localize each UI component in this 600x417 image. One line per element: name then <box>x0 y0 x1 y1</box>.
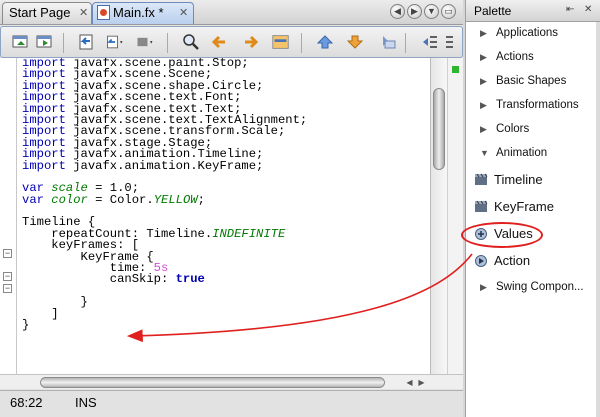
code-token: } <box>22 317 30 332</box>
minimize-window-icon[interactable]: ⇤ <box>566 4 574 15</box>
toggle-bookmark-icon[interactable] <box>377 33 397 51</box>
expand-triangle-icon: ▶ <box>480 52 487 62</box>
editor-panel: Start Page ✕ Main.fx * ✕ ◀ ▶ ▼ ▭ − − − i… <box>0 0 463 417</box>
fold-toggle-icon[interactable]: − <box>3 249 12 258</box>
code-token: YELLOW <box>153 192 198 207</box>
find-next-icon[interactable] <box>241 33 261 51</box>
error-stripe <box>447 58 463 378</box>
expand-triangle-icon: ▶ <box>480 124 487 134</box>
palette-item-timeline[interactable]: Timeline <box>466 168 596 192</box>
film-icon <box>475 200 488 212</box>
go-forward-source-icon[interactable] <box>35 33 55 51</box>
next-bookmark-icon[interactable] <box>345 33 365 51</box>
maximize-window-button[interactable]: ▭ <box>441 4 456 19</box>
find-icon[interactable] <box>181 33 201 51</box>
code-line[interactable]: canSkip: true <box>22 272 430 287</box>
status-bar: 68:22 INS <box>0 390 463 417</box>
code-text[interactable]: import javafx.scene.paint.Stop; import ja… <box>22 58 430 378</box>
show-opened-documents-button[interactable]: ▼ <box>424 4 439 19</box>
palette-item-values[interactable]: Values <box>466 222 596 246</box>
palette-category-applications[interactable]: ▶ Applications <box>466 22 596 44</box>
fold-guide <box>16 58 17 378</box>
palette-category-animation[interactable]: ▼ Animation <box>466 142 596 164</box>
tab-main-fx[interactable]: Main.fx * ✕ <box>92 2 194 24</box>
scroll-tabs-left-button[interactable]: ◀ <box>390 4 405 19</box>
code-line[interactable]: var color = Color.YELLOW; <box>22 192 430 207</box>
find-previous-icon[interactable] <box>209 33 229 51</box>
code-line[interactable]: } <box>22 296 430 308</box>
editor-tab-bar: Start Page ✕ Main.fx * ✕ ◀ ▶ ▼ ▭ <box>0 0 463 25</box>
forward-icon[interactable] <box>135 33 155 51</box>
vertical-scrollbar[interactable] <box>430 58 447 378</box>
tab-start-page[interactable]: Start Page ✕ <box>2 2 92 24</box>
go-back-source-icon[interactable] <box>11 33 31 51</box>
code-token: true <box>175 272 205 287</box>
action-icon <box>475 255 487 267</box>
code-line[interactable]: import javafx.animation.KeyFrame; <box>22 158 430 173</box>
palette-category-colors[interactable]: ▶ Colors <box>466 118 596 140</box>
fold-toggle-icon[interactable]: − <box>3 284 12 293</box>
palette-header: Palette ⇤ ✕ <box>466 0 600 22</box>
palette-item-keyframe[interactable]: KeyFrame <box>466 195 596 219</box>
scroll-left-icon[interactable]: ◀ <box>404 377 415 388</box>
toolbar-separator <box>167 33 168 53</box>
editor-toolbar <box>0 26 463 58</box>
last-edit-icon[interactable] <box>77 33 97 51</box>
toolbar-separator <box>405 33 406 53</box>
palette-category-swing-components[interactable]: ▶ Swing Compon... <box>466 276 596 298</box>
code-token: canSkip: <box>22 272 176 287</box>
expand-triangle-icon: ▶ <box>480 100 487 110</box>
vertical-scroll-thumb[interactable] <box>433 88 445 170</box>
palette-title: Palette <box>474 4 512 18</box>
no-errors-indicator <box>452 66 459 73</box>
code-line[interactable]: } <box>22 317 430 332</box>
collapse-triangle-icon: ▼ <box>480 148 489 158</box>
close-icon[interactable]: ✕ <box>79 3 88 23</box>
palette-category-basic-shapes[interactable]: ▶ Basic Shapes <box>466 70 596 92</box>
palette-panel: Palette ⇤ ✕ ▶ Applications ▶ Actions ▶ Basi… <box>465 0 600 417</box>
back-icon[interactable] <box>105 33 125 51</box>
code-token: javafx.animation.KeyFrame; <box>65 158 264 173</box>
code-token: INDEFINITE <box>212 226 286 241</box>
shift-line-left-icon[interactable] <box>419 33 439 51</box>
values-icon <box>475 228 487 240</box>
code-token: color <box>51 192 88 207</box>
code-line[interactable]: ] <box>22 307 430 320</box>
javafx-file-icon <box>97 5 110 20</box>
previous-bookmark-icon[interactable] <box>315 33 335 51</box>
tab-label: Start Page <box>9 5 71 20</box>
tab-label: Main.fx * <box>113 5 164 20</box>
palette-item-action[interactable]: Action <box>466 249 596 273</box>
palette-list: ▶ Applications ▶ Actions ▶ Basic Shapes ▶ Tr… <box>466 22 596 417</box>
close-icon[interactable]: ✕ <box>179 3 188 23</box>
code-editor[interactable]: − − − import javafx.scene.paint.Stop; imp… <box>0 58 463 378</box>
insert-mode-indicator: INS <box>75 395 97 410</box>
shift-line-right-icon[interactable] <box>443 33 463 51</box>
close-icon[interactable]: ✕ <box>584 4 592 15</box>
scroll-right-icon[interactable]: ▶ <box>416 377 427 388</box>
palette-category-transformations[interactable]: ▶ Transformations <box>466 94 596 116</box>
code-token: ; <box>197 192 205 207</box>
code-token: = Color. <box>87 192 154 207</box>
expand-triangle-icon: ▶ <box>480 28 487 38</box>
expand-triangle-icon: ▶ <box>480 76 487 86</box>
fold-toggle-icon[interactable]: − <box>3 272 12 281</box>
horizontal-scroll-thumb[interactable] <box>40 377 385 388</box>
toolbar-separator <box>301 33 302 53</box>
horizontal-scrollbar[interactable]: ◀ ▶ <box>0 374 463 389</box>
toggle-highlight-search-icon[interactable] <box>271 33 291 51</box>
expand-triangle-icon: ▶ <box>480 282 487 292</box>
palette-scrollbar[interactable] <box>596 22 600 417</box>
film-icon <box>475 173 488 185</box>
scroll-tabs-right-button[interactable]: ▶ <box>407 4 422 19</box>
palette-category-actions[interactable]: ▶ Actions <box>466 46 596 68</box>
caret-position: 68:22 <box>10 395 43 410</box>
toolbar-separator <box>63 33 64 53</box>
